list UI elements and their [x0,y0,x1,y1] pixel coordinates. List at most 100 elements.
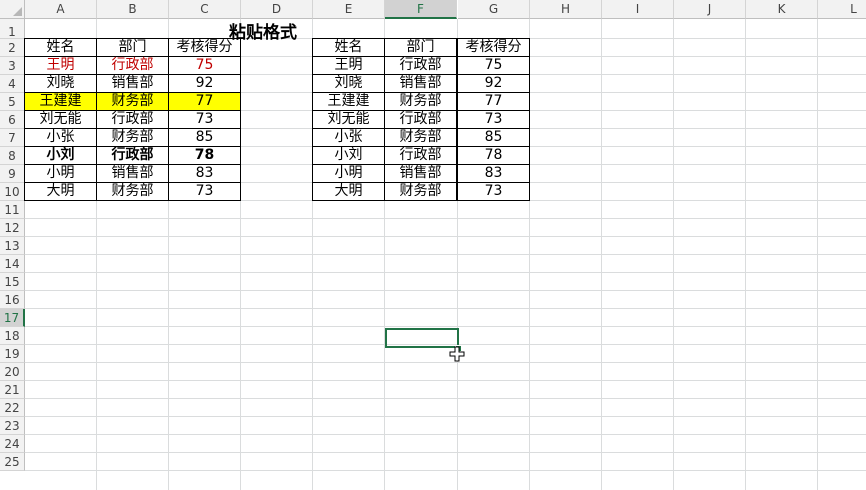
column-header-j[interactable]: J [674,0,746,19]
left-table-cell[interactable]: 行政部 [96,56,169,75]
left-table-cell[interactable]: 行政部 [96,110,169,129]
left-table-cell[interactable]: 77 [168,92,241,111]
row-header-13[interactable]: 13 [0,237,25,255]
right-table-cell[interactable]: 73 [457,182,530,201]
left-table-cell[interactable]: 83 [168,164,241,183]
right-table-cell[interactable]: 王建建 [312,92,385,111]
row-header-17[interactable]: 17 [0,309,25,327]
right-table-cell[interactable]: 大明 [312,182,385,201]
right-table-cell[interactable]: 销售部 [384,164,457,183]
active-cell-f17[interactable] [385,328,459,348]
column-header-g[interactable]: G [458,0,530,19]
right-table-cell[interactable]: 78 [457,146,530,165]
right-table-cell[interactable]: 销售部 [384,74,457,93]
right-table-cell[interactable]: 85 [457,128,530,147]
row-header-9[interactable]: 9 [0,165,25,183]
left-table-cell[interactable]: 王建建 [24,92,97,111]
row-header-4[interactable]: 4 [0,75,25,93]
row-header-18[interactable]: 18 [0,327,25,345]
right-table-cell[interactable]: 财务部 [384,92,457,111]
row-header-15[interactable]: 15 [0,273,25,291]
left-table-cell[interactable]: 85 [168,128,241,147]
row-header-25[interactable]: 25 [0,453,25,471]
right-table-cell[interactable]: 行政部 [384,110,457,129]
left-table-cell[interactable]: 财务部 [96,128,169,147]
left-table-cell[interactable]: 财务部 [96,92,169,111]
right-table-cell[interactable]: 92 [457,74,530,93]
left-table-cell[interactable]: 75 [168,56,241,75]
left-table-cell[interactable]: 刘无能 [24,110,97,129]
column-header-c[interactable]: C [169,0,241,19]
column-header-d[interactable]: D [241,0,313,19]
column-header-l[interactable]: L [818,0,866,19]
right-table-header-cell[interactable]: 姓名 [312,38,385,57]
row-header-22[interactable]: 22 [0,399,25,417]
column-header-i[interactable]: I [602,0,674,19]
left-table-cell[interactable]: 小刘 [24,146,97,165]
right-table-cell[interactable]: 73 [457,110,530,129]
row-header-3[interactable]: 3 [0,57,25,75]
gridline-horizontal [25,308,866,309]
left-table-header-cell[interactable]: 部门 [96,38,169,57]
row-header-21[interactable]: 21 [0,381,25,399]
left-table-cell[interactable]: 78 [168,146,241,165]
left-table-cell[interactable]: 销售部 [96,164,169,183]
right-table-cell[interactable]: 75 [457,56,530,75]
left-table-cell[interactable]: 销售部 [96,74,169,93]
right-table-header-cell[interactable]: 部门 [384,38,457,57]
column-header-e[interactable]: E [313,0,385,19]
right-table-cell[interactable]: 王明 [312,56,385,75]
right-table-cell[interactable]: 小明 [312,164,385,183]
row-header-8[interactable]: 8 [0,147,25,165]
row-header-2[interactable]: 2 [0,39,25,57]
gridline-horizontal [25,362,866,363]
move-cross-icon [449,346,465,362]
left-table-cell[interactable]: 小明 [24,164,97,183]
right-table-cell[interactable]: 财务部 [384,128,457,147]
column-header-a[interactable]: A [25,0,97,19]
right-table-cell[interactable]: 83 [457,164,530,183]
left-table-cell[interactable]: 刘晓 [24,74,97,93]
left-table-cell[interactable]: 92 [168,74,241,93]
row-header-16[interactable]: 16 [0,291,25,309]
gridline-horizontal [25,254,866,255]
row-header-1[interactable]: 1 [0,19,25,39]
right-table-cell[interactable]: 刘无能 [312,110,385,129]
left-table-cell[interactable]: 小张 [24,128,97,147]
left-table-cell[interactable]: 大明 [24,182,97,201]
right-table-cell[interactable]: 财务部 [384,182,457,201]
row-header-10[interactable]: 10 [0,183,25,201]
column-header-k[interactable]: K [746,0,818,19]
row-header-12[interactable]: 12 [0,219,25,237]
left-table-cell[interactable]: 财务部 [96,182,169,201]
left-table-header-cell[interactable]: 考核得分 [168,38,241,57]
row-header-24[interactable]: 24 [0,435,25,453]
left-table-cell[interactable]: 73 [168,110,241,129]
column-header-b[interactable]: B [97,0,169,19]
row-header-20[interactable]: 20 [0,363,25,381]
row-header-19[interactable]: 19 [0,345,25,363]
row-header-14[interactable]: 14 [0,255,25,273]
right-table-cell[interactable]: 小张 [312,128,385,147]
column-header-f[interactable]: F [385,0,457,19]
spreadsheet-grid[interactable]: ABCDEFGHIJKL 1 2 3 4 5 6 7 8 9 10 11 12 13 14 15 16 17 18… [0,0,866,490]
right-table-header-cell[interactable]: 考核得分 [457,38,530,57]
left-table-cell[interactable]: 73 [168,182,241,201]
right-table-cell[interactable]: 行政部 [384,146,457,165]
left-table-header-cell[interactable]: 姓名 [24,38,97,57]
gridline-horizontal [25,452,866,453]
row-header-7[interactable]: 7 [0,129,25,147]
left-table-cell[interactable]: 王明 [24,56,97,75]
left-table-cell[interactable]: 行政部 [96,146,169,165]
select-all-corner[interactable] [0,0,25,19]
row-header-11[interactable]: 11 [0,201,25,219]
right-table-cell[interactable]: 小刘 [312,146,385,165]
column-header-h[interactable]: H [530,0,602,19]
right-table-cell[interactable]: 77 [457,92,530,111]
row-header-5[interactable]: 5 [0,93,25,111]
row-header-23[interactable]: 23 [0,417,25,435]
sheet-title[interactable]: 粘贴格式 [169,19,357,43]
row-header-6[interactable]: 6 [0,111,25,129]
right-table-cell[interactable]: 行政部 [384,56,457,75]
right-table-cell[interactable]: 刘晓 [312,74,385,93]
